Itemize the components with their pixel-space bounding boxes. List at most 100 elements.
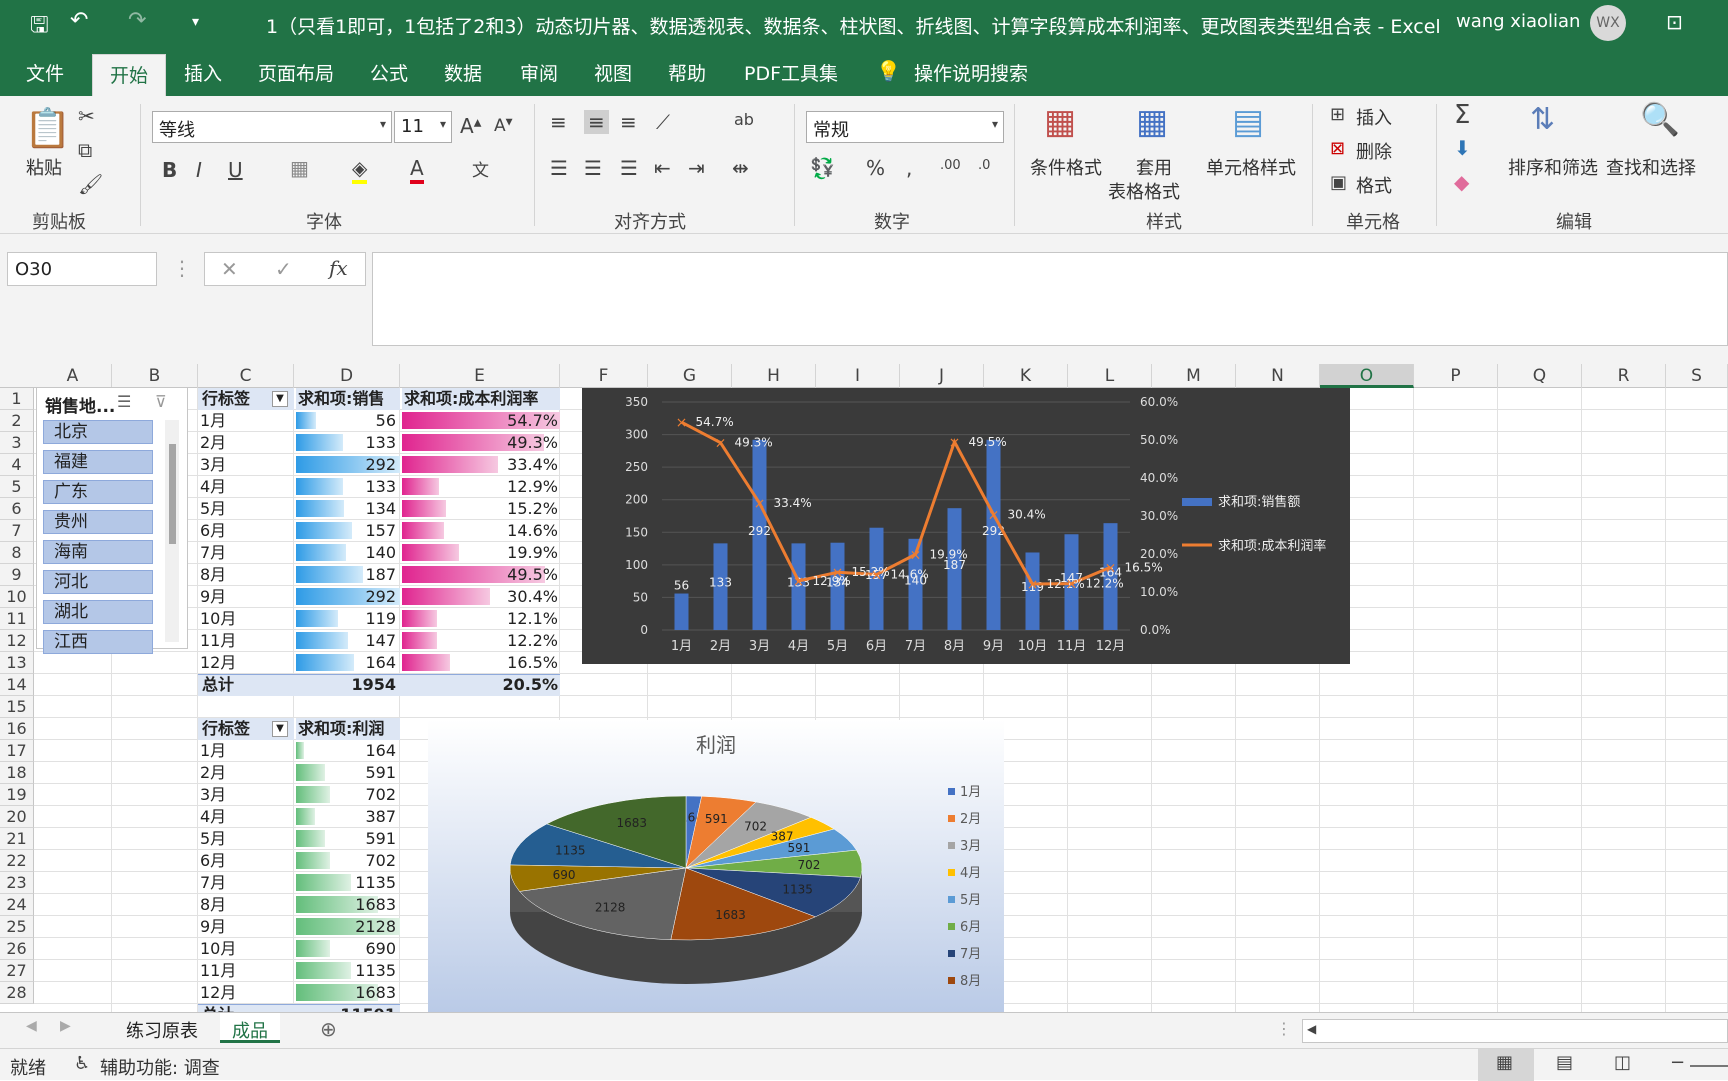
autosum-icon[interactable]: Σ [1454,100,1470,130]
customize-qat-icon[interactable]: ▾ [192,14,199,30]
avatar[interactable]: WX [1590,5,1626,41]
tab-review[interactable]: 审阅 [520,59,558,86]
cancel-icon[interactable]: ✕ [221,257,238,281]
format-as-table-icon[interactable]: ▦ [1136,102,1168,142]
copy-icon[interactable]: ⧉ [78,138,92,162]
format-as-table-line1[interactable]: 套用 [1136,154,1172,180]
fill-icon[interactable]: ⬇ [1454,136,1471,160]
formula-input[interactable] [372,252,1728,346]
increase-decimal-icon[interactable]: .00 [940,158,961,173]
tab-home[interactable]: 开始 [92,54,167,96]
tab-page-layout[interactable]: 页面布局 [258,59,334,86]
delete-cells-icon[interactable]: ⊠ [1330,138,1345,159]
page-break-view-icon[interactable]: ◫ [1614,1052,1631,1073]
sheet-tab-practice[interactable]: 练习原表 [114,1013,210,1043]
merge-center-icon[interactable]: ⇹ [732,156,749,180]
filter-dropdown-icon[interactable]: ▼ [272,721,288,737]
multi-select-icon[interactable]: ☰ [117,392,131,411]
tab-help[interactable]: 帮助 [668,59,706,86]
find-select-button[interactable]: 查找和选择 [1606,154,1696,180]
conditional-format-icon[interactable]: ▦ [1044,102,1076,142]
tab-pdf-tools[interactable]: PDF工具集 [744,59,838,86]
font-size-combo[interactable]: 11 [394,111,452,143]
slicer-item[interactable]: 湖北 [43,600,153,624]
slicer-scrollbar[interactable] [165,420,179,642]
page-layout-view-icon[interactable]: ▤ [1556,1052,1573,1073]
cut-icon[interactable]: ✂ [78,104,95,128]
horizontal-scrollbar[interactable]: ◀ [1302,1019,1728,1043]
slicer-item[interactable]: 海南 [43,540,153,564]
insert-cells-button[interactable]: 插入 [1356,104,1392,130]
tab-view[interactable]: 视图 [594,59,632,86]
wrap-text-icon[interactable]: ab [734,110,754,129]
decrease-font-icon[interactable]: A▼ [494,116,513,136]
slicer-item[interactable]: 福建 [43,450,153,474]
name-box[interactable]: O30 [7,252,157,286]
align-center-icon[interactable]: ☰ [584,156,602,180]
add-sheet-icon[interactable]: ⊕ [320,1017,337,1041]
align-left-icon[interactable]: ☰ [550,156,568,180]
font-color-icon[interactable]: A [410,156,424,184]
prev-sheet-icon[interactable]: ◀ [26,1018,37,1034]
tab-data[interactable]: 数据 [444,59,482,86]
slicer-item[interactable]: 贵州 [43,510,153,534]
slicer-scroll-thumb[interactable] [169,444,176,544]
align-bottom-icon[interactable]: ≡ [620,110,637,134]
clear-icon[interactable]: ◆ [1454,170,1469,194]
slicer[interactable]: 销售地... ☰ ⊽ 北京 福建 广东 贵州 海南 河北 湖北 江西 [36,387,188,654]
pie-chart[interactable]: 利润 164 591 702 387 591 702 1135 1683 2128 690 1135 1… [428,720,1004,1012]
accessibility-icon[interactable]: ♿ [74,1053,90,1074]
format-cells-icon[interactable]: ▣ [1330,172,1347,193]
align-middle-icon[interactable]: ≡ [584,110,609,134]
format-as-table-line2[interactable]: 表格格式 [1108,178,1180,204]
save-icon[interactable]: 🖫 [30,8,49,46]
user-name[interactable]: wang xiaolian [1456,11,1580,32]
slicer-item[interactable]: 河北 [43,570,153,594]
redo-icon[interactable]: ↷ [128,8,146,33]
borders-icon[interactable]: ▦ [290,156,309,180]
clear-filter-icon[interactable]: ⊽ [155,392,167,411]
insert-function-icon[interactable]: fx [329,256,348,280]
font-name-combo[interactable]: 等线 [152,111,392,143]
sort-filter-icon[interactable]: ⇅ [1530,102,1555,137]
orientation-icon[interactable]: ⟋ [656,110,670,134]
decrease-indent-icon[interactable]: ⇤ [654,156,671,180]
next-sheet-icon[interactable]: ▶ [60,1018,71,1034]
increase-font-icon[interactable]: A▲ [460,114,481,138]
italic-icon[interactable]: I [196,158,202,182]
accessibility-status[interactable]: 辅助功能: 调查 [100,1054,220,1080]
find-select-icon[interactable]: 🔍 [1640,100,1680,138]
paste-button[interactable]: 粘贴 [26,154,62,180]
fill-color-icon[interactable]: ◈ [352,156,368,184]
sheet-tab-finished[interactable]: 成品 [220,1013,280,1043]
scroll-left-icon[interactable]: ◀ [1307,1022,1316,1036]
bold-icon[interactable]: B [162,158,177,182]
currency-icon[interactable]: 💱 [810,156,835,180]
slicer-item[interactable]: 北京 [43,420,153,444]
tell-me-search[interactable]: 操作说明搜索 [914,59,1028,86]
delete-cells-button[interactable]: 删除 [1356,138,1392,164]
comma-icon[interactable]: , [906,156,912,180]
underline-icon[interactable]: U [228,158,243,182]
number-format-combo[interactable]: 常规 [806,111,1004,143]
format-cells-button[interactable]: 格式 [1356,172,1392,198]
align-right-icon[interactable]: ☰ [620,156,638,180]
insert-cells-icon[interactable]: ⊞ [1330,104,1345,125]
tabs-splitter-icon[interactable]: ⋮ [1276,1019,1292,1038]
increase-indent-icon[interactable]: ⇥ [688,156,705,180]
sort-filter-button[interactable]: 排序和筛选 [1508,154,1598,180]
tab-insert[interactable]: 插入 [184,59,222,86]
enter-icon[interactable]: ✓ [275,257,292,281]
worksheet[interactable]: ABCDEFGHIJKLMNOPQRS 1 2 3 4 5 6 7 8 9 10 11 12 13 14 1… [0,364,1728,1012]
percent-icon[interactable]: % [866,156,885,180]
slicer-item[interactable]: 广东 [43,480,153,504]
cell-styles-button[interactable]: 单元格样式 [1206,154,1296,180]
tab-formulas[interactable]: 公式 [370,59,408,86]
conditional-format-button[interactable]: 条件格式 [1030,154,1102,180]
format-painter-icon[interactable]: 🖌 [78,172,103,196]
ribbon-display-icon[interactable]: ⊡ [1666,10,1683,34]
zoom-slider[interactable] [1690,1065,1728,1067]
cell-styles-icon[interactable]: ▤ [1232,102,1264,142]
combo-chart[interactable]: 0 50 100 150 200 250 300 350 0.0% 10.0% 20.0% 30.0%… [582,388,1350,664]
slicer-item[interactable]: 江西 [43,630,153,654]
